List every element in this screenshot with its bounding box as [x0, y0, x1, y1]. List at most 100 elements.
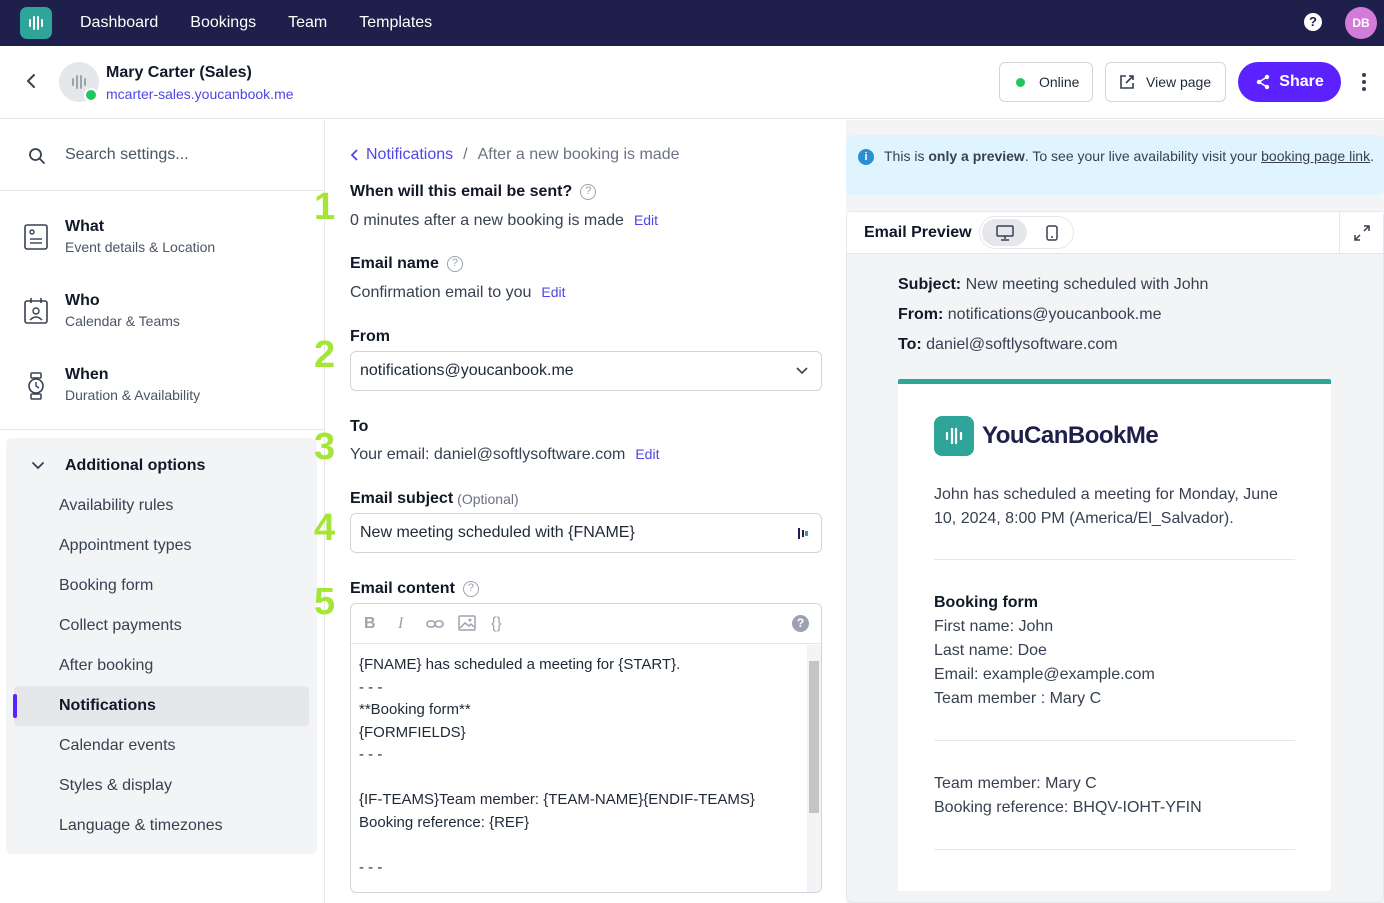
link-icon[interactable]	[426, 617, 444, 631]
nav-team[interactable]: Team	[288, 14, 327, 32]
from-select-value: notifications@youcanbook.me	[360, 362, 574, 379]
preview-pane: i This is only a preview. To see your li…	[846, 120, 1384, 903]
top-nav: Dashboard Bookings Team Templates ? DB	[0, 0, 1384, 46]
chevron-left-icon[interactable]	[350, 149, 360, 161]
sidebar-section-when[interactable]: When Duration & Availability	[0, 366, 325, 406]
more-options-icon[interactable]	[1358, 73, 1370, 93]
content-label: Email content ?	[350, 580, 479, 598]
subject-input-value: New meeting scheduled with {FNAME}	[360, 524, 635, 541]
step-marker-4: 4	[314, 507, 336, 549]
when-label-text: When will this email be sent?	[350, 183, 573, 200]
email-name-label-text: Email name	[350, 255, 439, 272]
option-booking-form[interactable]: Booking form	[59, 577, 153, 595]
online-label: Online	[1039, 74, 1080, 90]
preview-notice: i This is only a preview. To see your li…	[846, 135, 1384, 195]
edit-to-link[interactable]: Edit	[635, 446, 659, 462]
to-key: To:	[898, 336, 922, 353]
option-availability-rules[interactable]: Availability rules	[59, 497, 173, 515]
mobile-icon[interactable]	[1034, 219, 1070, 246]
email-content-editor[interactable]: B I {} ? {FNAME} has scheduled a meeting…	[350, 603, 822, 893]
preview-field-last-name: Last name: Doe	[934, 642, 1047, 659]
subject-val: New meeting scheduled with John	[965, 276, 1209, 293]
share-icon	[1257, 74, 1270, 90]
nav-templates[interactable]: Templates	[359, 14, 432, 32]
app-logo-icon[interactable]	[20, 7, 52, 39]
option-calendar-events[interactable]: Calendar events	[59, 737, 176, 755]
chevron-down-icon[interactable]	[30, 458, 46, 474]
help-circle-icon[interactable]: ?	[580, 184, 597, 200]
booking-page-link[interactable]: booking page link	[1261, 148, 1370, 164]
option-styles-display[interactable]: Styles & display	[59, 777, 172, 795]
calendar-person-icon	[24, 298, 48, 324]
email-name-value-text: Confirmation email to you	[350, 284, 532, 301]
subject-input[interactable]: New meeting scheduled with {FNAME}	[350, 513, 822, 553]
option-collect-payments[interactable]: Collect payments	[59, 617, 182, 635]
section-subtitle: Duration & Availability	[65, 387, 201, 403]
from-label: From	[350, 328, 390, 346]
edit-name-link[interactable]: Edit	[541, 284, 565, 300]
preview-booking-ref: Booking reference: BHQV-IOHT-YFIN	[934, 799, 1202, 816]
settings-search[interactable]: Search settings...	[0, 120, 325, 191]
option-appointment-types[interactable]: Appointment types	[59, 537, 192, 555]
from-key: From:	[898, 306, 944, 323]
brand-logo-icon	[934, 416, 974, 456]
step-marker-3: 3	[314, 426, 336, 468]
bold-icon[interactable]: B	[364, 615, 376, 633]
view-page-button[interactable]: View page	[1105, 62, 1226, 102]
brand-name: YouCanBookMe	[982, 422, 1159, 449]
sidebar-section-who[interactable]: Who Calendar & Teams	[0, 292, 325, 332]
editor-scrollbar[interactable]	[807, 645, 821, 892]
active-option-indicator	[13, 694, 17, 718]
step-marker-5: 5	[314, 581, 336, 623]
image-icon[interactable]	[458, 615, 476, 631]
online-status-button[interactable]: Online	[999, 62, 1093, 102]
subject-label: Email subject (Optional)	[350, 490, 519, 508]
optional-tag: (Optional)	[457, 491, 519, 507]
from-val: notifications@youcanbook.me	[947, 306, 1162, 323]
breadcrumb-current: After a new booking is made	[477, 146, 680, 163]
profile-url-link[interactable]: mcarter-sales.youcanbook.me	[106, 86, 294, 102]
merge-tag-icon[interactable]	[797, 514, 809, 567]
nav-dashboard[interactable]: Dashboard	[80, 14, 158, 32]
option-language-timezones[interactable]: Language & timezones	[59, 817, 223, 835]
section-title: Who	[65, 292, 100, 309]
preview-header: Email Preview	[847, 212, 1383, 254]
help-circle-icon[interactable]: ?	[446, 256, 463, 272]
expand-icon[interactable]	[1339, 212, 1383, 254]
nav-bookings[interactable]: Bookings	[190, 14, 256, 32]
content-label-text: Email content	[350, 580, 455, 597]
sidebar-section-what[interactable]: What Event details & Location	[0, 218, 325, 258]
notice-bold: only a preview	[928, 148, 1025, 164]
to-label: To	[350, 418, 368, 436]
additional-options-header[interactable]: Additional options	[65, 457, 205, 475]
italic-icon[interactable]: I	[398, 615, 403, 633]
email-content-text[interactable]: {FNAME} has scheduled a meeting for {STA…	[359, 654, 755, 879]
search-placeholder: Search settings...	[65, 146, 189, 163]
braces-icon[interactable]: {}	[491, 615, 502, 633]
user-avatar[interactable]: DB	[1345, 7, 1377, 39]
subject-label-text: Email subject	[350, 490, 454, 507]
notice-end: .	[1370, 148, 1374, 164]
from-select[interactable]: notifications@youcanbook.me	[350, 351, 822, 391]
editor-help-icon[interactable]: ?	[792, 615, 809, 632]
edit-when-link[interactable]: Edit	[634, 212, 658, 228]
option-notifications[interactable]: Notifications	[59, 697, 156, 715]
share-button[interactable]: Share	[1238, 62, 1341, 102]
option-after-booking[interactable]: After booking	[59, 657, 153, 675]
help-circle-icon[interactable]: ?	[462, 581, 479, 597]
to-value: Your email: daniel@softlysoftware.com Edi…	[350, 446, 659, 464]
section-subtitle: Event details & Location	[65, 239, 216, 255]
step-marker-1: 1	[314, 186, 336, 228]
profile-header: Mary Carter (Sales) mcarter-sales.youcan…	[0, 46, 1384, 119]
desktop-icon[interactable]	[982, 219, 1027, 246]
preview-from: From: notifications@youcanbook.me	[898, 306, 1161, 324]
to-val: daniel@softlysoftware.com	[926, 336, 1118, 353]
editor-toolbar: B I {} ?	[351, 604, 821, 644]
when-label: When will this email be sent? ?	[350, 183, 597, 201]
help-icon[interactable]: ?	[1304, 13, 1322, 31]
preview-field-email: Email: example@example.com	[934, 666, 1155, 683]
back-arrow-icon[interactable]	[22, 72, 40, 95]
search-icon	[29, 148, 45, 164]
notice-text: This is	[884, 148, 929, 164]
breadcrumb-notifications-link[interactable]: Notifications	[366, 146, 453, 164]
